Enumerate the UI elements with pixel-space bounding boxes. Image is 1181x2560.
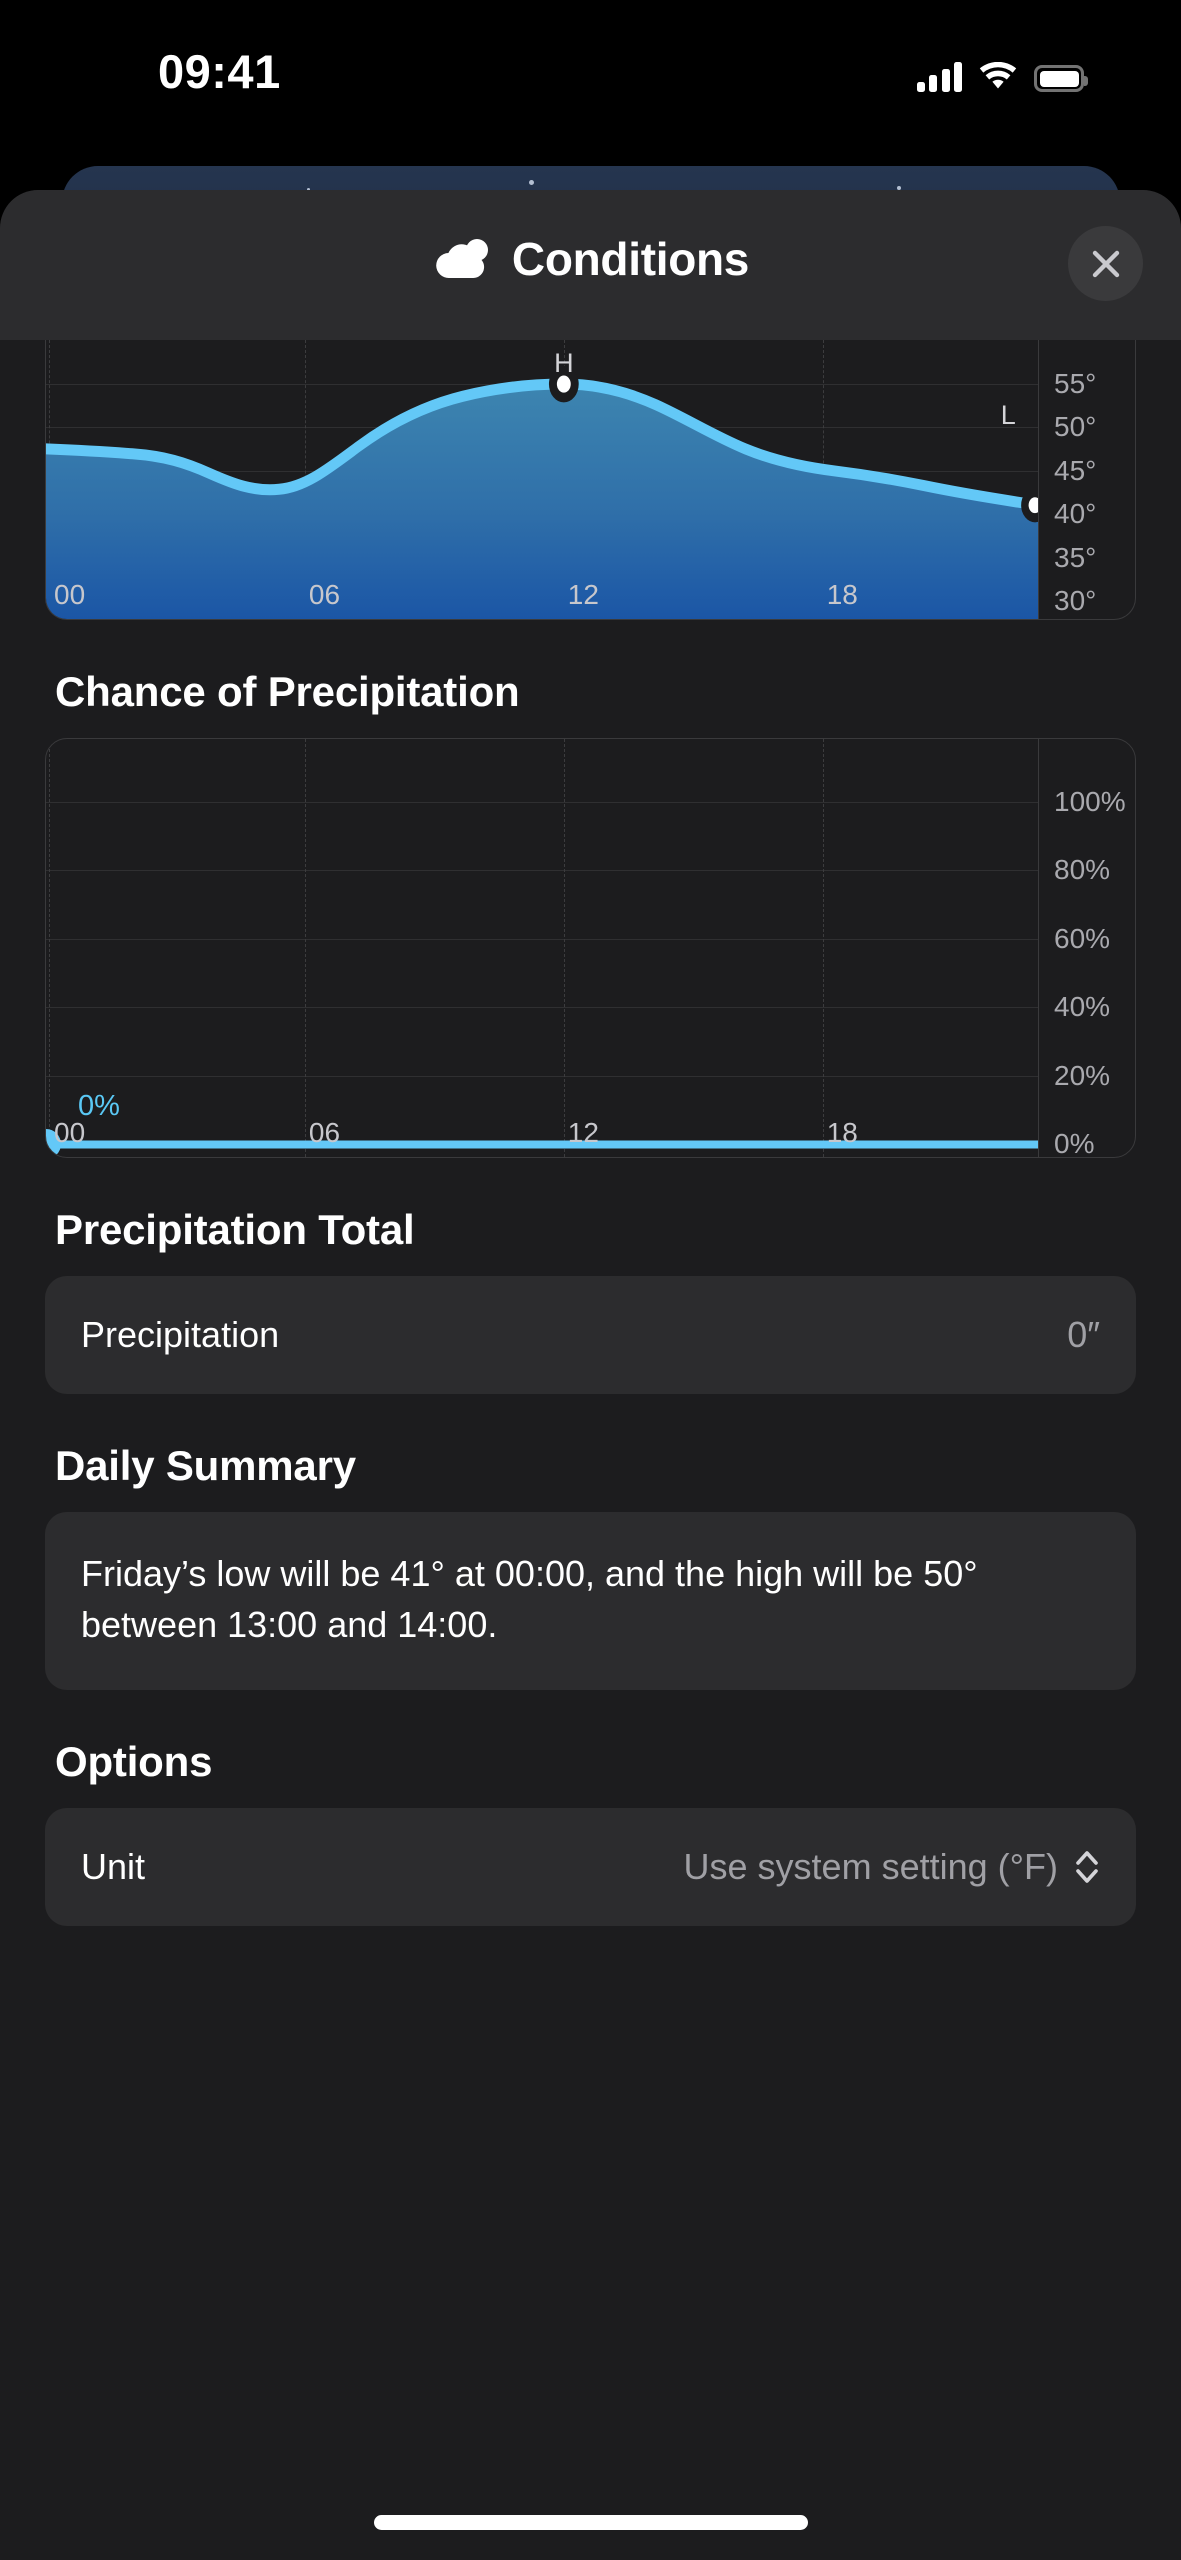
precipitation-xtick-0: 00 [54,1117,86,1148]
temperature-xtick-3: 18 [826,579,858,610]
cloud-icon [436,239,488,279]
signal-bars-icon [916,62,962,92]
precipitation-ytick-0: 0% [1054,1128,1095,1158]
options-heading: Options [55,1738,213,1786]
precipitation-ytick-100: 100% [1054,785,1126,817]
daily-summary-text: Friday’s low will be 41° at 00:00, and t… [81,1553,978,1646]
temperature-ytick-35: 35° [1054,541,1097,573]
temperature-ytick-45: 45° [1054,454,1097,486]
sheet-title-group: Conditions [0,232,1181,286]
precipitation-xtick-2: 12 [567,1117,599,1148]
temperature-y-axis: 55° 50° 45° 40° 35° 30° 25° [1038,340,1135,619]
temperature-xtick-0: 00 [54,579,86,610]
precipitation-xtick-3: 18 [826,1117,858,1148]
temperature-xtick-2: 12 [567,579,599,610]
precipitation-ytick-80: 80% [1054,854,1111,886]
status-bar-time: 09:41 [158,45,281,98]
precipitation-ytick-60: 60% [1054,922,1111,954]
temperature-ytick-40: 40° [1054,498,1097,530]
precipitation-ytick-40: 40% [1054,991,1111,1023]
unit-option-label: Unit [81,1846,146,1888]
precipitation-plot-area: 0% 00 06 12 18 [46,739,1038,1157]
precipitation-row: Precipitation 0″ [81,1276,1100,1394]
temperature-ytick-50: 50° [1054,411,1097,443]
precipitation-total-heading: Precipitation Total [55,1206,415,1253]
temperature-ytick-30: 30° [1054,585,1097,617]
chevron-up-down-icon[interactable] [1074,1847,1100,1887]
precipitation-chance-heading: Chance of Precipitation [55,668,520,715]
wifi-icon [979,62,1017,89]
phone-screen: 09:41 Conditions H L 00 06 12 18 55° 50°… [0,0,1181,2560]
precipitation-row-label: Precipitation [81,1314,280,1355]
temperature-xtick-1: 06 [308,579,341,610]
status-bar-indicators [916,52,1088,92]
conditions-sheet: Conditions H L 00 06 12 18 55° 50° 45° 4… [0,190,1181,2560]
page-title: Conditions [511,233,750,285]
precipitation-series [46,1140,1038,1149]
precipitation-ytick-20: 20% [1054,1059,1111,1091]
temperature-ytick-55: 55° [1054,367,1097,399]
precipitation-row-value: 0″ [1067,1314,1100,1355]
precipitation-xtick-1: 06 [308,1117,341,1148]
unit-option-value: Use system setting (°F) [683,1846,1058,1888]
precipitation-y-axis: 100% 80% 60% 40% 20% 0% [1038,739,1135,1157]
sheet-header: Conditions [0,190,1181,340]
precipitation-total-card: Precipitation 0″ [45,1276,1136,1394]
daily-summary-card: Friday’s low will be 41° at 00:00, and t… [45,1512,1136,1691]
temperature-low-marker: L [1000,400,1016,430]
home-indicator[interactable] [373,2515,808,2530]
daily-summary-heading: Daily Summary [55,1442,356,1489]
status-bar: 09:41 [0,0,1181,158]
temperature-plot-area: H L 00 06 12 18 [46,340,1038,619]
close-icon [1092,250,1119,277]
temperature-series [46,365,1038,619]
battery-icon [1034,65,1088,92]
unit-option-row[interactable]: Unit Use system setting (°F) [81,1808,1100,1926]
precipitation-chance-chart[interactable]: 0% 00 06 12 18 100% 80% 60% 40% 20% 0% [45,738,1136,1158]
options-card: Unit Use system setting (°F) [45,1808,1136,1927]
sheet-body: H L 00 06 12 18 55° 50° 45° 40° 35° 30° … [0,340,1181,1927]
temperature-high-marker: H [554,348,574,378]
unit-option-control[interactable]: Use system setting (°F) [684,1846,1100,1888]
temperature-chart[interactable]: H L 00 06 12 18 55° 50° 45° 40° 35° 30° … [45,340,1136,620]
close-button[interactable] [1068,226,1143,301]
